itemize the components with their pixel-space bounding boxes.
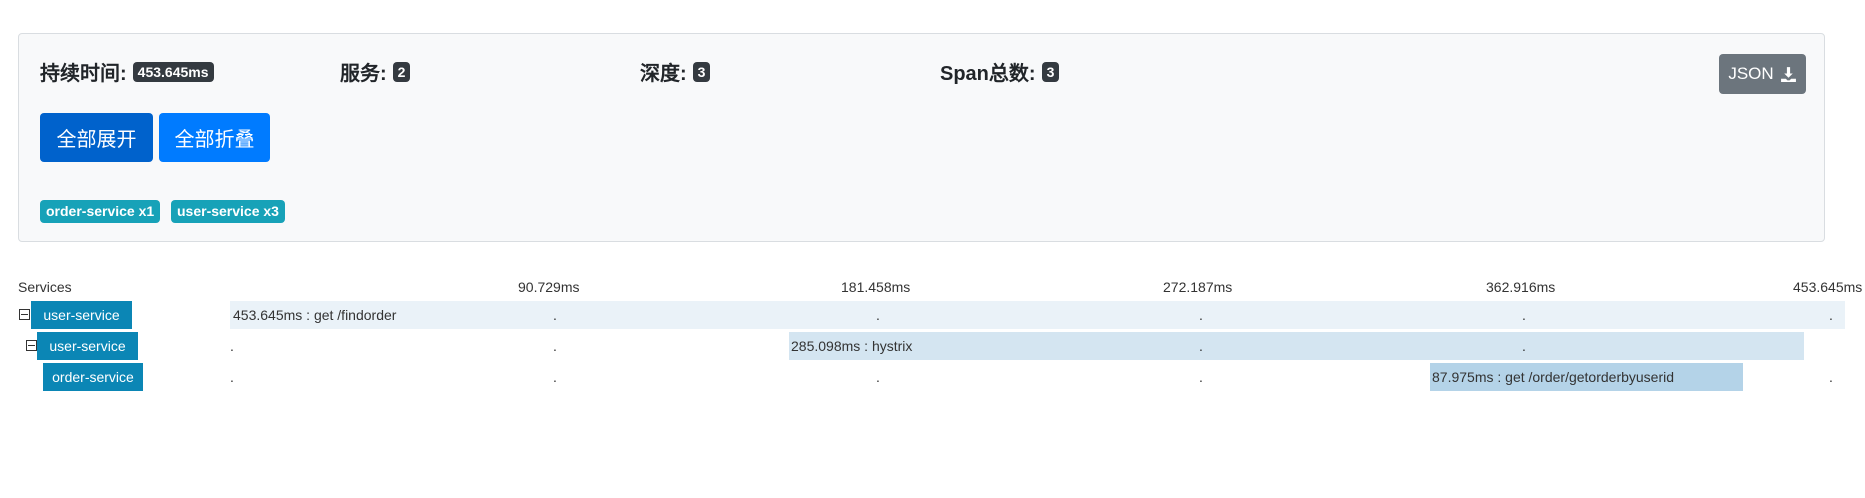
timeline-tick-3: 272.187ms <box>1163 279 1233 295</box>
span-label[interactable]: 285.098ms : hystrix <box>791 332 912 360</box>
tick-dot: . <box>1829 369 1833 385</box>
collapse-all-button[interactable]: 全部折叠 <box>159 113 270 162</box>
collapse-toggle-icon[interactable] <box>19 309 30 320</box>
json-button-label: JSON <box>1728 64 1774 83</box>
trace-row[interactable]: user-service 453.645ms : get /findorder … <box>0 301 1865 329</box>
span-label[interactable]: 453.645ms : get /findorder <box>233 301 396 329</box>
depth-stat: 深度: 3 <box>640 57 711 86</box>
span-total-badge: 3 <box>1041 61 1060 82</box>
tick-dot: . <box>1199 338 1203 354</box>
json-download-button[interactable]: JSON <box>1719 54 1806 94</box>
depth-badge: 3 <box>692 61 711 82</box>
span-label[interactable]: 87.975ms : get /order/getorderbyuserid <box>1432 363 1674 391</box>
tick-dot: . <box>553 338 557 354</box>
expand-all-button[interactable]: 全部展开 <box>40 113 153 162</box>
services-stat: 服务: 2 <box>340 57 411 86</box>
span-total-label: Span总数: <box>940 63 1036 85</box>
service-count-badge-order: order-service x1 <box>40 200 161 223</box>
span-bar[interactable] <box>789 332 1804 360</box>
span-total-stat: Span总数: 3 <box>940 57 1060 86</box>
trace-row[interactable]: user-service 285.098ms : hystrix . . . . <box>0 332 1865 360</box>
tick-dot: . <box>230 369 234 385</box>
services-badge: 2 <box>392 61 411 82</box>
duration-badge: 453.645ms <box>132 61 214 82</box>
tick-dot: . <box>553 307 557 323</box>
collapse-toggle-icon[interactable] <box>26 340 37 351</box>
row-track <box>230 301 1845 329</box>
timeline-tick-5: 453.645ms <box>1793 279 1863 295</box>
timeline-tick-2: 181.458ms <box>841 279 911 295</box>
services-column-header: Services <box>18 279 72 295</box>
depth-label: 深度: <box>640 63 687 85</box>
service-count-badge-user: user-service x3 <box>171 200 285 223</box>
service-label[interactable]: order-service <box>43 363 143 391</box>
trace-row[interactable]: order-service 87.975ms : get /order/geto… <box>0 363 1865 391</box>
tick-dot: . <box>1522 338 1526 354</box>
duration-stat: 持续时间: 453.645ms <box>40 57 214 86</box>
trace-summary-card: 持续时间: 453.645ms 服务: 2 深度: 3 Span总数: 3 JS… <box>18 33 1825 242</box>
tick-dot: . <box>1829 307 1833 323</box>
timeline-tick-1: 90.729ms <box>518 279 580 295</box>
services-label: 服务: <box>340 63 387 85</box>
download-icon <box>1780 66 1796 82</box>
tick-dot: . <box>553 369 557 385</box>
service-label[interactable]: user-service <box>31 301 132 329</box>
timeline-tick-4: 362.916ms <box>1486 279 1556 295</box>
tick-dot: . <box>1199 369 1203 385</box>
tick-dot: . <box>1199 307 1203 323</box>
tick-dot: . <box>1522 307 1526 323</box>
tick-dot: . <box>876 369 880 385</box>
tick-dot: . <box>876 307 880 323</box>
duration-label: 持续时间: <box>40 63 127 85</box>
service-label[interactable]: user-service <box>37 332 138 360</box>
tick-dot: . <box>230 338 234 354</box>
